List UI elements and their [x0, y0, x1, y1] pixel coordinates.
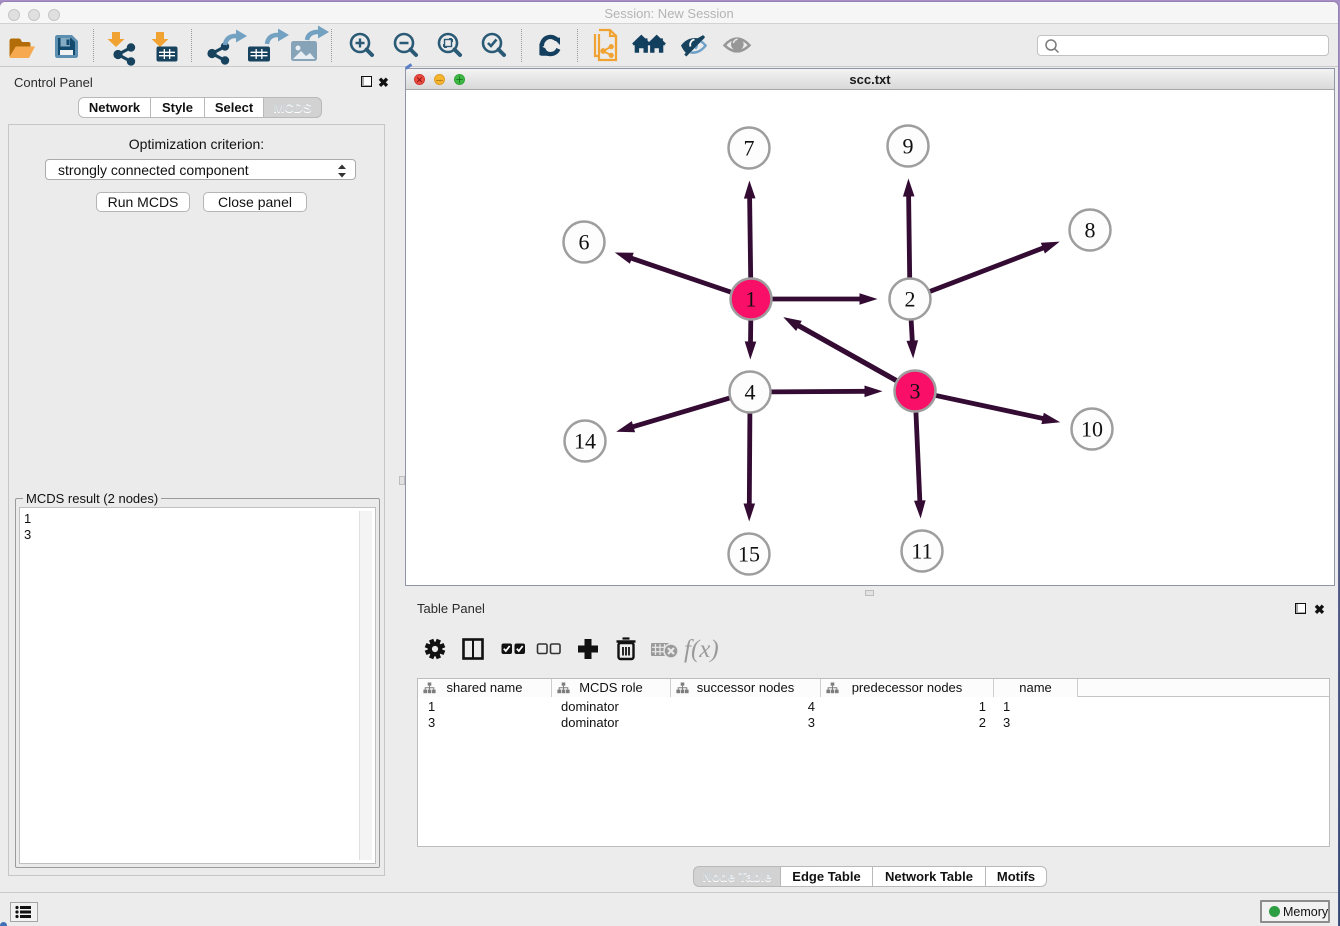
svg-text:10: 10 — [1081, 417, 1103, 442]
svg-text:2: 2 — [905, 287, 916, 312]
svg-text:9: 9 — [903, 134, 914, 159]
svg-text:15: 15 — [738, 542, 760, 567]
svg-text:4: 4 — [745, 380, 756, 405]
svg-text:7: 7 — [744, 136, 755, 161]
svg-text:14: 14 — [574, 429, 596, 454]
svg-text:3: 3 — [910, 379, 921, 404]
svg-text:f(x): f(x) — [684, 636, 719, 663]
svg-text:6: 6 — [579, 230, 590, 255]
svg-text:8: 8 — [1085, 218, 1096, 243]
svg-text:11: 11 — [911, 539, 932, 564]
svg-text:1: 1 — [746, 287, 757, 312]
